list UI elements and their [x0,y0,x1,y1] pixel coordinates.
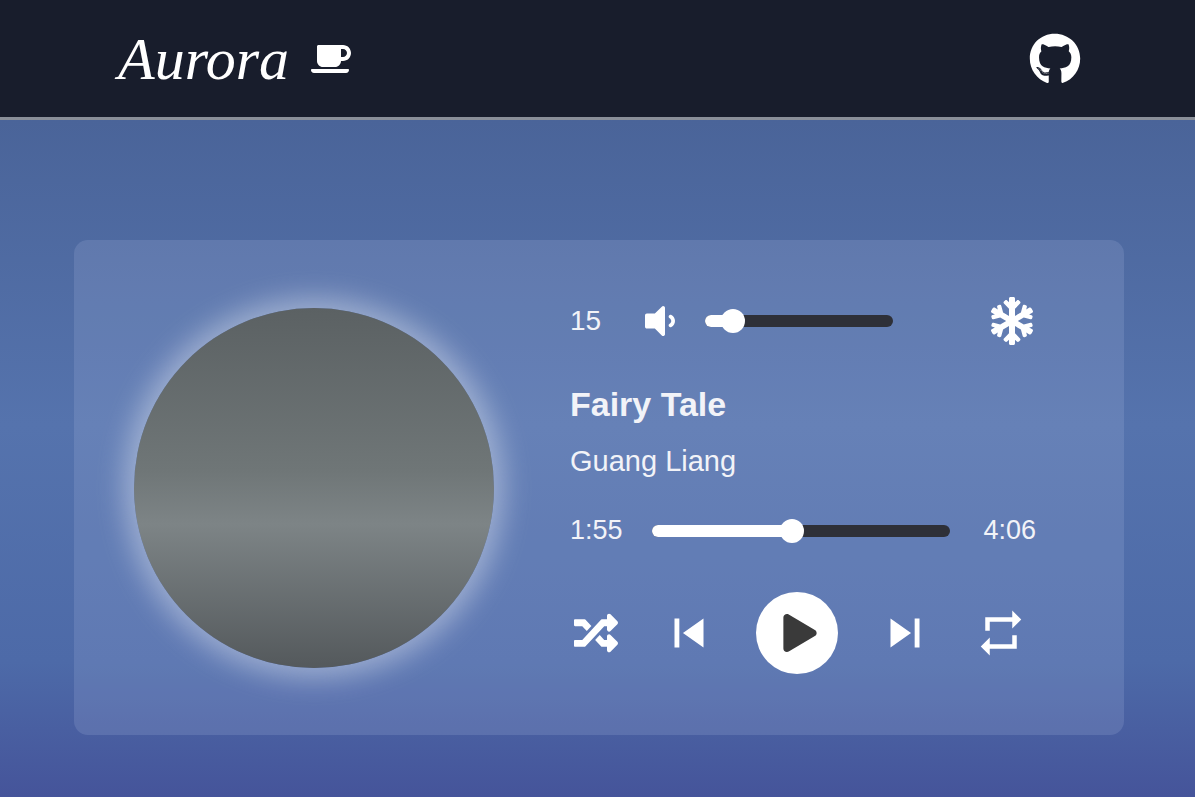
previous-icon[interactable] [660,604,718,662]
play-icon [781,614,819,652]
player-card: 15 Fairy Tale Guang Liang 1:55 4:06 [74,240,1124,735]
app: Aurora 15 Fairy Tale Guang Liang 1:55 4:06 [0,0,1195,797]
snowflake-icon[interactable] [988,297,1036,345]
next-icon[interactable] [876,604,934,662]
duration-time: 4:06 [983,517,1036,544]
slider-fill [652,525,792,537]
logo[interactable]: Aurora [118,29,351,89]
controls-panel: 15 Fairy Tale Guang Liang 1:55 4:06 [570,301,1036,675]
track-title: Fairy Tale [570,383,1036,426]
progress-row: 1:55 4:06 [570,517,1036,544]
github-icon[interactable] [1029,33,1081,85]
progress-slider[interactable] [652,525,950,537]
elapsed-time: 1:55 [570,517,652,544]
coffee-icon [311,39,351,79]
background: 15 Fairy Tale Guang Liang 1:55 4:06 [0,120,1195,797]
transport-row [570,592,1036,674]
slider-thumb[interactable] [780,519,804,543]
logo-text: Aurora [118,29,289,89]
play-button[interactable] [756,592,838,674]
repeat-icon[interactable] [972,606,1030,660]
volume-icon[interactable] [640,301,680,341]
slider-thumb[interactable] [721,309,745,333]
track-artist: Guang Liang [570,443,1036,479]
album-art [134,308,494,668]
shuffle-icon[interactable] [570,611,622,655]
header: Aurora [0,0,1195,120]
volume-value: 15 [570,307,640,335]
volume-row: 15 [570,301,1036,341]
volume-slider[interactable] [705,315,893,327]
